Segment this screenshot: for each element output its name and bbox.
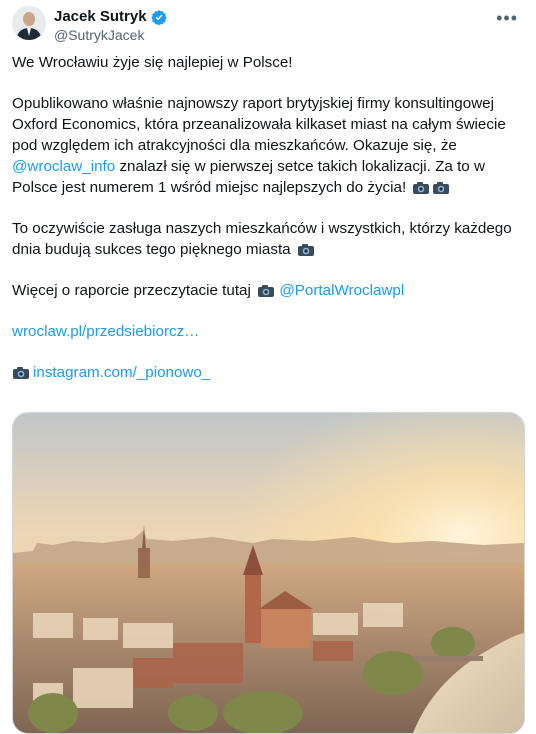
mention-wroclaw-info[interactable]: @wroclaw_info (12, 158, 115, 175)
display-name[interactable]: Jacek Sutryk (54, 8, 147, 25)
mention-portalwroclawpl[interactable]: @PortalWroclawpl (279, 282, 404, 299)
tweet-text: We Wrocławiu żyje się najlepiej w Polsce… (12, 52, 524, 383)
avatar[interactable] (12, 6, 46, 40)
camera-emoji-icon (13, 367, 29, 379)
tweet-paragraph-4: Więcej o raporcie przeczytacie tutaj @Po… (12, 282, 405, 299)
tweet-paragraph-3: To oczywiście zasługa naszych mieszkańcó… (12, 220, 512, 258)
link-wroclaw-pl[interactable]: wroclaw.pl/przedsiebiorcz… (12, 323, 199, 340)
tweet-line-1: We Wrocławiu żyje się najlepiej w Polsce… (12, 54, 293, 71)
tweet-paragraph-2: Opublikowano właśnie najnowszy raport br… (12, 95, 506, 196)
more-horizontal-icon[interactable]: ••• (496, 8, 518, 29)
camera-emoji-icon (413, 182, 430, 194)
camera-emoji-icon (433, 182, 450, 194)
handle[interactable]: @SutrykJacek (54, 27, 144, 43)
tweet-header: Jacek Sutryk @SutrykJacek ••• (12, 6, 524, 46)
camera-emoji-icon (297, 244, 314, 256)
link-instagram[interactable]: instagram.com/_pionowo_ (33, 364, 210, 381)
tweet-photo[interactable] (12, 412, 525, 734)
verified-badge-icon (150, 9, 167, 25)
camera-emoji-icon (258, 285, 275, 297)
